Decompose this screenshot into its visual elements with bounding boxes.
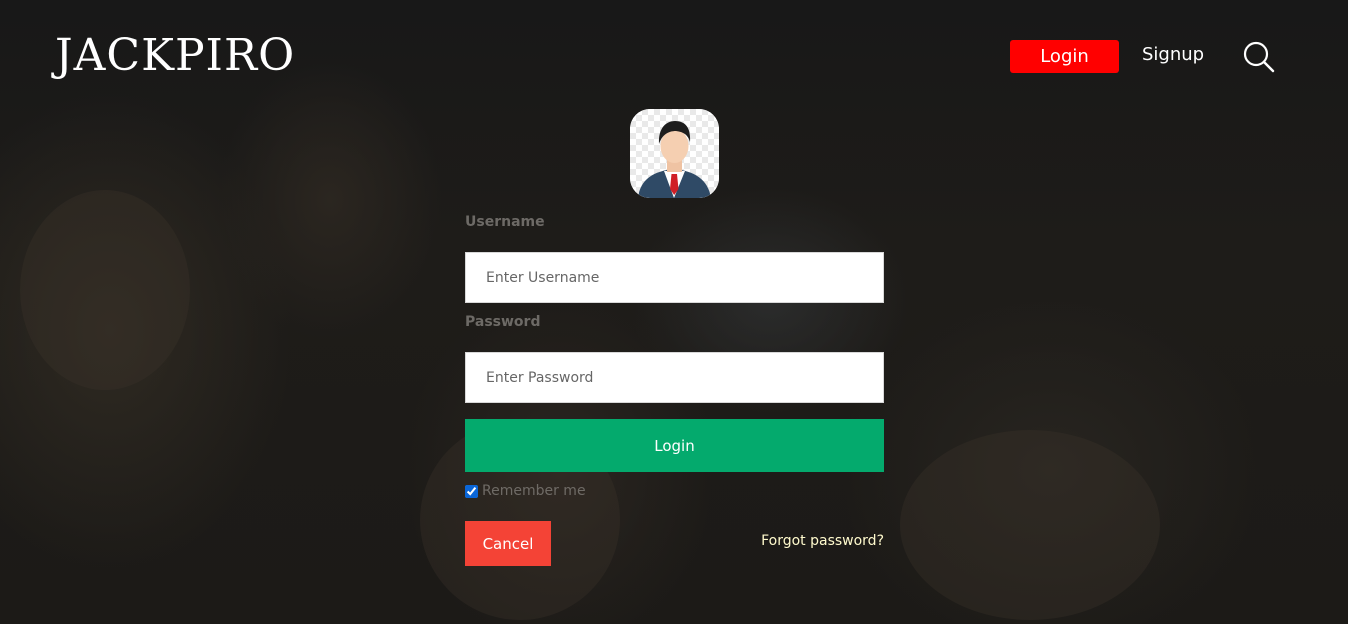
site-logo[interactable]: JACKPIRO bbox=[55, 34, 295, 78]
remember-me-checkbox[interactable] bbox=[465, 484, 478, 498]
password-label: Password bbox=[465, 314, 541, 330]
nav-login-button[interactable]: Login bbox=[1010, 40, 1119, 73]
forgot-password-link[interactable]: Forgot password? bbox=[761, 533, 884, 549]
background-figure-right bbox=[900, 430, 1160, 620]
username-label: Username bbox=[465, 214, 545, 230]
search-icon[interactable] bbox=[1243, 41, 1275, 73]
login-submit-button[interactable]: Login bbox=[465, 419, 884, 472]
background-figure-left bbox=[20, 190, 190, 390]
username-input[interactable] bbox=[465, 252, 884, 303]
nav-signup-link[interactable]: Signup bbox=[1142, 44, 1204, 66]
password-input[interactable] bbox=[465, 352, 884, 403]
remember-me[interactable]: Remember me bbox=[465, 483, 586, 499]
cancel-button[interactable]: Cancel bbox=[465, 521, 551, 566]
user-avatar-icon bbox=[630, 109, 719, 198]
remember-me-label: Remember me bbox=[482, 483, 586, 499]
hero-background bbox=[0, 0, 1348, 624]
